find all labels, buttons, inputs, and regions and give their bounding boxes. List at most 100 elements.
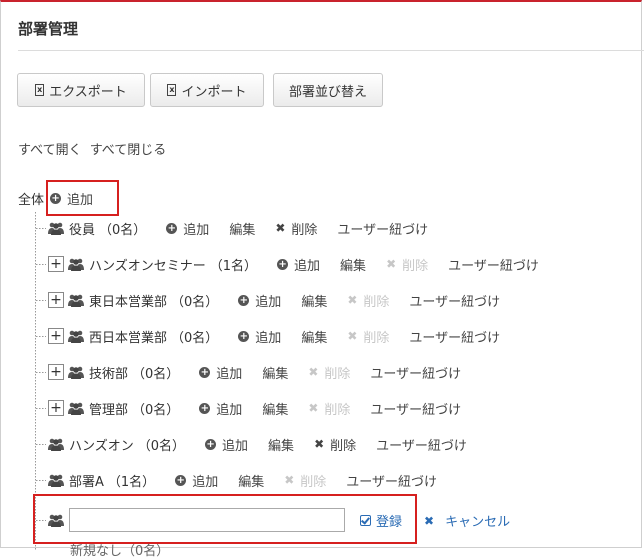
people-group-icon <box>48 438 64 451</box>
department-name: ハンズオン （0名） <box>69 438 186 454</box>
import-button[interactable]: x インポート <box>150 73 264 107</box>
x-icon: ✖ <box>284 473 295 487</box>
link-users-button[interactable]: ユーザー紐づけ <box>370 363 461 382</box>
x-icon: ✖ <box>347 329 358 343</box>
edit-button[interactable]: 編集 <box>340 255 366 274</box>
department-row: + ハンズオンセミナー （1名） + 追加 編集 ✖ 削除 ユーザー紐づけ <box>48 253 559 275</box>
x-icon: ✖ <box>308 401 319 415</box>
excel-file-icon: x <box>167 84 177 96</box>
people-group-icon <box>68 366 84 379</box>
expand-toggle[interactable]: + <box>48 364 64 380</box>
root-label: 全体 <box>18 193 45 208</box>
plus-circle-icon: + <box>238 330 250 342</box>
link-users-button[interactable]: ユーザー紐づけ <box>409 291 500 310</box>
department-name: 部署A （1名） <box>69 474 156 490</box>
link-users-button[interactable]: ユーザー紐づけ <box>346 471 437 490</box>
people-group-icon <box>68 294 84 307</box>
import-button-label: インポート <box>181 84 247 100</box>
expand-toggle[interactable]: + <box>48 292 64 308</box>
expand-toggle[interactable]: + <box>48 328 64 344</box>
delete-button: ✖ 削除 <box>308 365 351 382</box>
delete-button: ✖ 削除 <box>386 257 429 274</box>
x-icon: ✖ <box>386 257 397 271</box>
link-users-button[interactable]: ユーザー紐づけ <box>376 435 467 454</box>
tree-branch <box>36 408 46 409</box>
plus-circle-icon: + <box>175 474 187 486</box>
tree-branch <box>36 228 46 229</box>
plus-circle-icon: + <box>205 438 217 450</box>
tree-branch <box>36 264 46 265</box>
people-group-icon <box>68 258 84 271</box>
department-row: + 西日本営業部 （0名） + 追加 編集 ✖ 削除 ユーザー紐づけ <box>48 325 520 347</box>
edit-button[interactable]: 編集 <box>229 219 255 238</box>
plus-circle-icon: + <box>238 294 250 306</box>
plus-circle-icon: + <box>166 222 178 234</box>
tree-branch <box>36 300 46 301</box>
department-name: 西日本営業部 （0名） <box>89 330 219 346</box>
add-child-button[interactable]: + 追加 <box>199 363 242 382</box>
edit-button[interactable]: 編集 <box>262 363 288 382</box>
delete-button: ✖ 削除 <box>308 401 351 418</box>
collapse-all-link[interactable]: すべて閉じる <box>90 143 167 158</box>
sort-departments-button[interactable]: 部署並び替え <box>273 73 383 107</box>
people-group-icon <box>68 402 84 415</box>
tree-branch <box>36 372 46 373</box>
plus-circle-icon: + <box>199 402 211 414</box>
link-users-button[interactable]: ユーザー紐づけ <box>337 219 428 238</box>
people-group-icon <box>48 474 64 487</box>
people-group-icon <box>68 330 84 343</box>
x-icon: ✖ <box>424 513 435 528</box>
expand-all-link[interactable]: すべて開く <box>18 143 82 158</box>
add-child-button[interactable]: + 追加 <box>205 435 248 454</box>
export-button[interactable]: x エクスポート <box>17 73 145 107</box>
export-button-label: エクスポート <box>49 84 127 100</box>
tree-branch <box>36 336 46 337</box>
department-name: 技術部 （0名） <box>89 366 180 382</box>
add-child-button[interactable]: + 追加 <box>199 399 242 418</box>
add-child-button[interactable]: + 追加 <box>277 255 320 274</box>
link-users-button[interactable]: ユーザー紐づけ <box>448 255 539 274</box>
tree-expand-controls: すべて開く すべて閉じる <box>18 139 170 158</box>
add-child-button[interactable]: + 追加 <box>175 471 218 490</box>
x-icon: ✖ <box>314 437 325 451</box>
edit-button[interactable]: 編集 <box>301 291 327 310</box>
excel-file-icon: x <box>35 84 45 96</box>
expand-toggle[interactable]: + <box>48 400 64 416</box>
delete-button: ✖ 削除 <box>284 473 327 490</box>
edit-button[interactable]: 編集 <box>301 327 327 346</box>
highlight-root-add <box>46 180 119 216</box>
link-users-button[interactable]: ユーザー紐づけ <box>409 327 500 346</box>
delete-button[interactable]: ✖ 削除 <box>314 435 356 454</box>
department-row: + 管理部 （0名） + 追加 編集 ✖ 削除 ユーザー紐づけ <box>48 397 481 419</box>
plus-circle-icon: + <box>199 366 211 378</box>
add-child-button[interactable]: + 追加 <box>238 327 281 346</box>
delete-button: ✖ 削除 <box>347 329 390 346</box>
cancel-label: キャンセル <box>445 515 511 530</box>
x-icon: ✖ <box>275 221 286 235</box>
department-row: ハンズオン （0名） + 追加 編集 ✖ 削除 ユーザー紐づけ <box>48 433 487 455</box>
tree-branch <box>36 444 46 445</box>
cancel-button[interactable]: ✖ キャンセル <box>424 511 511 531</box>
edit-button[interactable]: 編集 <box>268 435 294 454</box>
link-users-button[interactable]: ユーザー紐づけ <box>370 399 461 418</box>
edit-button[interactable]: 編集 <box>262 399 288 418</box>
x-icon: ✖ <box>308 365 319 379</box>
department-row: 役員 （0名） + 追加 編集 ✖ 削除 ユーザー紐づけ <box>48 217 448 239</box>
department-name: 役員 （0名） <box>69 222 147 238</box>
people-group-icon <box>48 222 64 235</box>
plus-circle-icon: + <box>277 258 289 270</box>
add-child-button[interactable]: + 追加 <box>238 291 281 310</box>
highlight-new-department <box>33 494 417 544</box>
expand-toggle[interactable]: + <box>48 256 64 272</box>
add-child-button[interactable]: + 追加 <box>166 219 209 238</box>
department-row: + 東日本営業部 （0名） + 追加 編集 ✖ 削除 ユーザー紐づけ <box>48 289 520 311</box>
sort-button-label: 部署並び替え <box>288 84 367 100</box>
title-divider <box>18 50 644 51</box>
edit-button[interactable]: 編集 <box>238 471 264 490</box>
tree-branch <box>36 480 46 481</box>
page-title: 部署管理 <box>18 20 79 38</box>
delete-button: ✖ 削除 <box>347 293 390 310</box>
delete-button[interactable]: ✖ 削除 <box>275 219 317 238</box>
department-name: 東日本営業部 （0名） <box>89 294 219 310</box>
department-row: + 技術部 （0名） + 追加 編集 ✖ 削除 ユーザー紐づけ <box>48 361 481 383</box>
